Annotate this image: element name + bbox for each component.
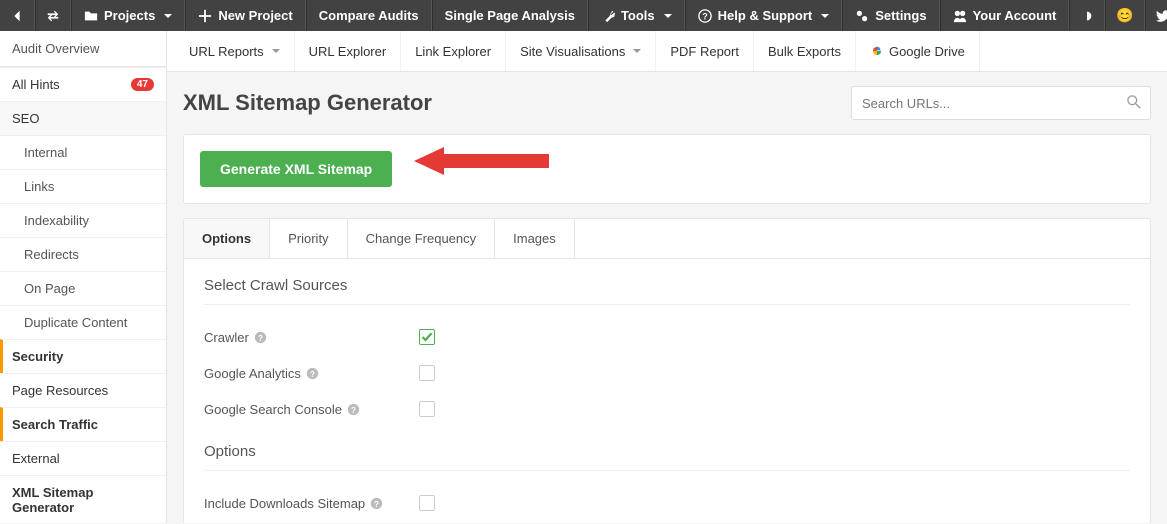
- tools-button[interactable]: Tools: [588, 0, 685, 31]
- subnav-bulk-exports[interactable]: Bulk Exports: [754, 31, 856, 71]
- sidebar-item-links[interactable]: Links: [0, 169, 166, 203]
- svg-text:?: ?: [258, 333, 263, 342]
- checkbox-crawler[interactable]: [419, 329, 435, 345]
- single-page-analysis-button[interactable]: Single Page Analysis: [432, 0, 588, 31]
- sidebar-item-onpage[interactable]: On Page: [0, 271, 166, 305]
- help-icon[interactable]: ?: [306, 367, 319, 380]
- sidebar-item-redirects[interactable]: Redirects: [0, 237, 166, 271]
- checkbox-google-search-console[interactable]: [419, 401, 435, 417]
- sidebar-header: Audit Overview: [0, 31, 166, 67]
- sidebar-item-all-hints[interactable]: All Hints47: [0, 67, 166, 101]
- tab-images[interactable]: Images: [495, 219, 575, 258]
- checkbox-include-downloads[interactable]: [419, 495, 435, 511]
- generate-xml-sitemap-button[interactable]: Generate XML Sitemap: [200, 151, 392, 187]
- top-navbar: Projects New Project Compare Audits Sing…: [0, 0, 1167, 31]
- svg-text:?: ?: [374, 499, 379, 508]
- search-wrap: [851, 86, 1151, 120]
- sidebar: Audit Overview All Hints47 SEO Internal …: [0, 31, 167, 523]
- svg-text:?: ?: [310, 369, 315, 378]
- sidebar-item-search-traffic[interactable]: Search Traffic: [0, 407, 166, 441]
- swap-button[interactable]: [35, 0, 71, 31]
- sidebar-item-duplicate[interactable]: Duplicate Content: [0, 305, 166, 339]
- new-project-button[interactable]: New Project: [185, 0, 305, 31]
- sidebar-item-internal[interactable]: Internal: [0, 135, 166, 169]
- subnav-link-explorer[interactable]: Link Explorer: [401, 31, 506, 71]
- help-support-button[interactable]: ?Help & Support: [685, 0, 843, 31]
- google-icon: [870, 44, 884, 58]
- sidebar-item-external[interactable]: External: [0, 441, 166, 475]
- help-icon[interactable]: ?: [370, 497, 383, 510]
- svg-text:?: ?: [702, 11, 707, 21]
- tab-priority[interactable]: Priority: [270, 219, 347, 258]
- sidebar-item-xml-sitemap[interactable]: XML Sitemap Generator: [0, 475, 166, 524]
- dark-mode-button[interactable]: [1069, 0, 1105, 31]
- your-account-button[interactable]: Your Account: [940, 0, 1070, 31]
- generate-panel: Generate XML Sitemap: [183, 134, 1151, 204]
- main-area: URL Reports URL Explorer Link Explorer S…: [167, 31, 1167, 523]
- emoji-button[interactable]: 😊: [1105, 0, 1144, 31]
- twitter-button[interactable]: [1145, 0, 1167, 31]
- search-input[interactable]: [851, 86, 1151, 120]
- section-options: Options: [204, 427, 1130, 471]
- settings-button[interactable]: Settings: [842, 0, 939, 31]
- subnav-site-visualisations[interactable]: Site Visualisations: [506, 31, 656, 71]
- help-icon[interactable]: ?: [254, 331, 267, 344]
- sub-navbar: URL Reports URL Explorer Link Explorer S…: [167, 31, 1167, 72]
- form-panel: Select Crawl Sources Crawler? Google Ana…: [183, 259, 1151, 523]
- page-title: XML Sitemap Generator: [183, 90, 851, 116]
- tab-bar: Options Priority Change Frequency Images: [183, 218, 1151, 259]
- svg-text:?: ?: [351, 405, 356, 414]
- sidebar-item-page-resources[interactable]: Page Resources: [0, 373, 166, 407]
- search-icon: [1127, 95, 1141, 109]
- arrow-annotation-icon: [414, 141, 554, 181]
- tab-change-frequency[interactable]: Change Frequency: [348, 219, 496, 258]
- tab-options[interactable]: Options: [184, 219, 270, 258]
- help-icon[interactable]: ?: [347, 403, 360, 416]
- back-button[interactable]: [0, 0, 35, 31]
- checkbox-google-analytics[interactable]: [419, 365, 435, 381]
- label-include-downloads: Include Downloads Sitemap?: [204, 496, 419, 511]
- subnav-url-reports[interactable]: URL Reports: [175, 31, 295, 71]
- hints-badge: 47: [131, 78, 154, 91]
- subnav-google-drive[interactable]: Google Drive: [856, 31, 980, 71]
- sidebar-item-security[interactable]: Security: [0, 339, 166, 373]
- projects-button[interactable]: Projects: [71, 0, 185, 31]
- sidebar-item-seo[interactable]: SEO: [0, 101, 166, 135]
- label-google-analytics: Google Analytics?: [204, 366, 419, 381]
- sidebar-item-indexability[interactable]: Indexability: [0, 203, 166, 237]
- section-crawl-sources: Select Crawl Sources: [204, 277, 1130, 305]
- label-google-search-console: Google Search Console?: [204, 402, 419, 417]
- subnav-url-explorer[interactable]: URL Explorer: [295, 31, 402, 71]
- subnav-pdf-report[interactable]: PDF Report: [656, 31, 754, 71]
- compare-audits-button[interactable]: Compare Audits: [306, 0, 432, 31]
- label-crawler: Crawler?: [204, 330, 419, 345]
